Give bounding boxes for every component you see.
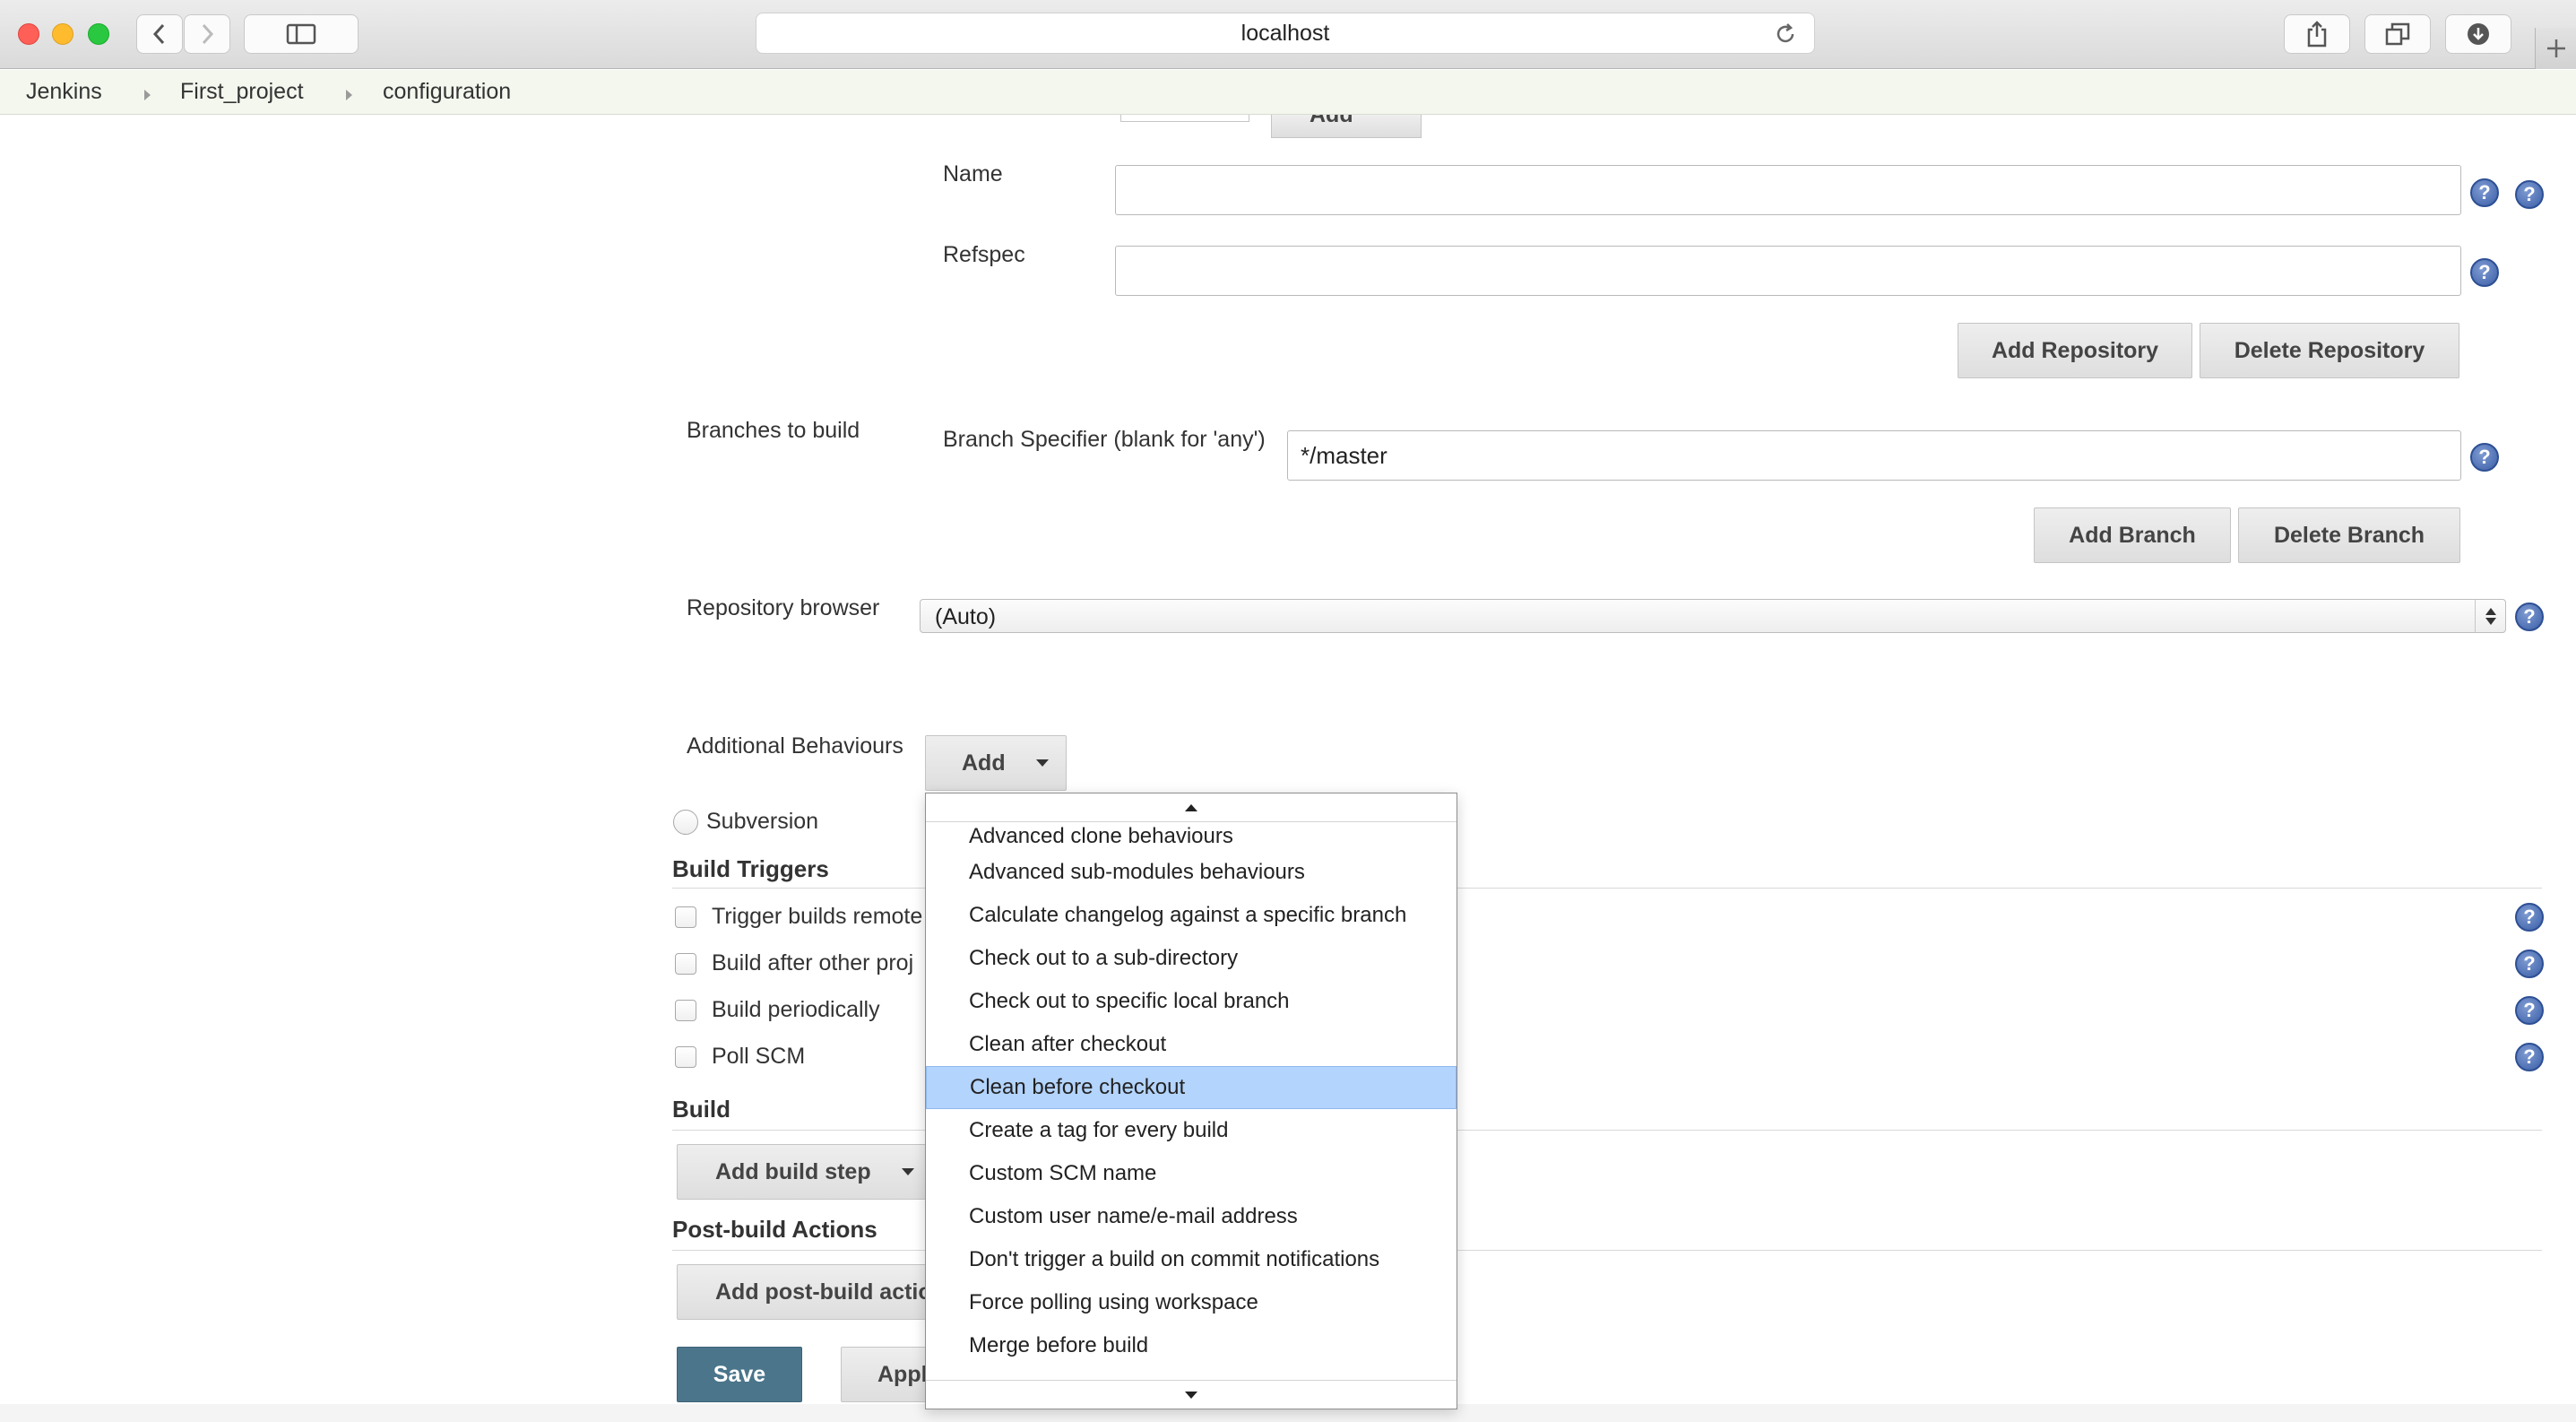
chevron-right-icon: [346, 90, 352, 100]
poll-scm-label: Poll SCM: [712, 1044, 806, 1069]
new-tab-button[interactable]: [2535, 28, 2576, 69]
help-icon[interactable]: ?: [2515, 180, 2544, 209]
browser-toolbar: localhost: [0, 0, 2576, 69]
add-branch-button[interactable]: Add Branch: [2034, 507, 2231, 563]
caret-down-icon: [1185, 1391, 1197, 1399]
scm-subversion-radio[interactable]: [673, 810, 698, 835]
repository-browser-select[interactable]: (Auto): [920, 599, 2506, 633]
menu-item-calculate-changelog[interactable]: Calculate changelog against a specific b…: [926, 894, 1457, 937]
additional-behaviours-menu[interactable]: Advanced clone behaviours Advanced sub-m…: [925, 793, 1457, 1409]
trigger-remote-label: Trigger builds remote: [712, 904, 923, 929]
window-zoom-button[interactable]: [88, 23, 109, 45]
menu-item-custom-user[interactable]: Custom user name/e-mail address: [926, 1195, 1457, 1238]
help-icon[interactable]: ?: [2515, 949, 2544, 978]
sidebar-toggle-button[interactable]: [244, 14, 359, 54]
sidebar-icon: [286, 23, 316, 45]
address-bar[interactable]: localhost: [756, 13, 1815, 54]
forward-button[interactable]: [184, 14, 230, 54]
chevron-left-icon: [152, 23, 165, 45]
credentials-select-partial[interactable]: [1120, 115, 1249, 122]
help-icon[interactable]: ?: [2470, 178, 2499, 207]
reload-icon[interactable]: [1773, 22, 1798, 47]
share-icon: [2307, 21, 2327, 48]
tabs-icon: [2385, 22, 2410, 46]
build-periodically-label: Build periodically: [712, 997, 880, 1022]
chevron-right-icon: [202, 23, 214, 45]
build-title: Build: [672, 1096, 730, 1123]
help-icon[interactable]: ?: [2470, 443, 2499, 472]
save-button[interactable]: Save: [677, 1347, 802, 1402]
url-text: localhost: [1240, 20, 1330, 46]
tabs-overview-button[interactable]: [2364, 14, 2431, 54]
menu-item-advanced-clone[interactable]: Advanced clone behaviours: [926, 822, 1457, 851]
download-icon: [2468, 23, 2489, 45]
menu-item-clean-before[interactable]: Clean before checkout: [926, 1066, 1457, 1109]
menu-items: Advanced clone behaviours Advanced sub-m…: [926, 822, 1457, 1367]
credentials-add-label: Add: [1310, 115, 1353, 127]
name-label: Name: [943, 161, 1003, 186]
menu-item-checkout-subdirectory[interactable]: Check out to a sub-directory: [926, 937, 1457, 980]
menu-item-create-tag[interactable]: Create a tag for every build: [926, 1109, 1457, 1152]
share-button[interactable]: [2284, 14, 2350, 54]
breadcrumb: Jenkins First_project configuration: [0, 70, 2576, 115]
add-behaviour-label: Add: [962, 750, 1006, 776]
branches-to-build-label: Branches to build: [687, 418, 860, 443]
chevron-right-icon: [144, 90, 151, 100]
refspec-label: Refspec: [943, 242, 1025, 267]
menu-item-checkout-local-branch[interactable]: Check out to specific local branch: [926, 980, 1457, 1023]
refspec-input[interactable]: [1115, 246, 2461, 296]
help-icon[interactable]: ?: [2470, 258, 2499, 287]
help-icon[interactable]: ?: [2515, 903, 2544, 932]
breadcrumb-configuration[interactable]: configuration: [383, 79, 511, 105]
plus-icon: [2546, 39, 2565, 57]
help-icon[interactable]: ?: [2515, 996, 2544, 1025]
window-minimize-button[interactable]: [52, 23, 73, 45]
additional-behaviours-label: Additional Behaviours: [687, 733, 903, 759]
downloads-button[interactable]: [2445, 14, 2511, 54]
repository-browser-selected: (Auto): [935, 604, 997, 629]
breadcrumb-jenkins[interactable]: Jenkins: [26, 79, 102, 105]
select-arrows-icon: [2475, 600, 2505, 632]
add-post-build-action-label: Add post-build actio: [715, 1279, 932, 1305]
back-button[interactable]: [136, 14, 183, 54]
build-after-other-label: Build after other proj: [712, 950, 914, 975]
post-build-title: Post-build Actions: [672, 1216, 877, 1243]
menu-item-merge-before[interactable]: Merge before build: [926, 1324, 1457, 1367]
menu-item-custom-scm-name[interactable]: Custom SCM name: [926, 1152, 1457, 1195]
menu-item-force-polling[interactable]: Force polling using workspace: [926, 1281, 1457, 1324]
repository-browser-label: Repository browser: [687, 595, 880, 620]
menu-item-advanced-submodules[interactable]: Advanced sub-modules behaviours: [926, 851, 1457, 894]
credentials-add-button[interactable]: Add: [1271, 115, 1422, 138]
add-post-build-action-button[interactable]: Add post-build actio: [677, 1264, 946, 1320]
caret-up-icon: [1185, 803, 1197, 811]
help-icon[interactable]: ?: [2515, 603, 2544, 631]
build-triggers-title: Build Triggers: [672, 855, 829, 882]
delete-repository-button[interactable]: Delete Repository: [2200, 323, 2459, 378]
delete-branch-button[interactable]: Delete Branch: [2238, 507, 2460, 563]
trigger-remote-checkbox[interactable]: [675, 906, 696, 928]
window-close-button[interactable]: [18, 23, 39, 45]
caret-down-icon: [901, 1168, 914, 1175]
add-build-step-button[interactable]: Add build step: [677, 1144, 928, 1200]
menu-item-dont-trigger[interactable]: Don't trigger a build on commit notifica…: [926, 1238, 1457, 1281]
breadcrumb-first-project[interactable]: First_project: [180, 79, 304, 105]
caret-down-icon: [1035, 759, 1049, 767]
add-build-step-label: Add build step: [715, 1158, 871, 1184]
poll-scm-checkbox[interactable]: [675, 1046, 696, 1068]
build-periodically-checkbox[interactable]: [675, 1000, 696, 1021]
scm-subversion-label: Subversion: [706, 809, 819, 834]
help-icon[interactable]: ?: [2515, 1043, 2544, 1071]
menu-scroll-down[interactable]: [926, 1380, 1457, 1409]
build-after-other-checkbox[interactable]: [675, 953, 696, 975]
menu-item-clean-after[interactable]: Clean after checkout: [926, 1023, 1457, 1066]
branch-specifier-input[interactable]: [1287, 430, 2461, 481]
menu-scroll-up[interactable]: [926, 793, 1457, 822]
add-repository-button[interactable]: Add Repository: [1958, 323, 2192, 378]
branch-specifier-label: Branch Specifier (blank for 'any'): [943, 427, 1266, 452]
repository-name-input[interactable]: [1115, 165, 2461, 215]
add-behaviour-button[interactable]: Add: [925, 735, 1067, 791]
